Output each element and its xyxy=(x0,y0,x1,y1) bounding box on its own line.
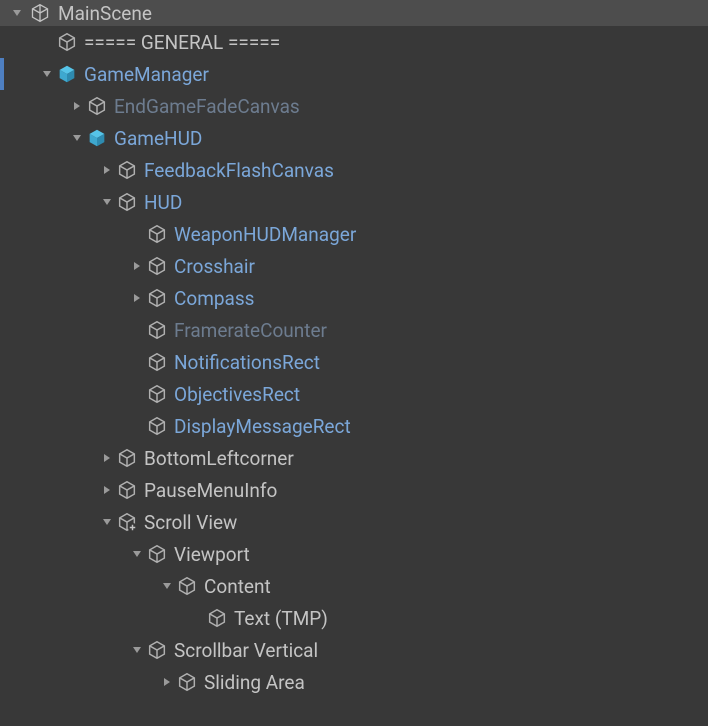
tree-item-label: ObjectivesRect xyxy=(174,383,300,406)
tree-item-label: Viewport xyxy=(174,543,250,566)
tree-item-label: WeaponHUDManager xyxy=(174,223,356,246)
expand-toggle-closed[interactable] xyxy=(130,261,144,271)
tree-item-label: GameHUD xyxy=(114,127,202,150)
tree-item-label: NotificationsRect xyxy=(174,351,320,374)
tree-row[interactable]: EndGameFadeCanvas xyxy=(0,90,708,122)
unity-scene-icon xyxy=(30,3,50,23)
gameobject-cube-icon xyxy=(144,255,170,277)
tree-row[interactable]: Viewport xyxy=(0,538,708,570)
tree-item-label: HUD xyxy=(144,191,182,214)
expand-toggle-closed[interactable] xyxy=(100,165,114,175)
tree-item-label: Text (TMP) xyxy=(234,607,328,630)
gameobject-cube-icon xyxy=(84,95,110,117)
scene-name: MainScene xyxy=(58,2,152,25)
tree-row[interactable]: ===== GENERAL ===== xyxy=(0,26,708,58)
gameobject-cube-icon xyxy=(144,543,170,565)
tree-row[interactable]: Text (TMP) xyxy=(0,602,708,634)
expand-toggle-open[interactable] xyxy=(70,133,84,143)
gameobject-cube-icon xyxy=(114,479,140,501)
tree-row[interactable]: PauseMenuInfo xyxy=(0,474,708,506)
gameobject-cube-icon xyxy=(144,223,170,245)
gameobject-cube-icon xyxy=(144,319,170,341)
gameobject-cube-icon xyxy=(174,575,200,597)
scene-toggle[interactable] xyxy=(10,8,24,18)
tree-row[interactable]: HUD xyxy=(0,186,708,218)
tree-item-label: Scroll View xyxy=(144,511,237,534)
tree-row[interactable]: DisplayMessageRect xyxy=(0,410,708,442)
gameobject-cube-icon xyxy=(174,671,200,693)
tree-item-label: Crosshair xyxy=(174,255,255,278)
tree-item-label: EndGameFadeCanvas xyxy=(114,95,300,118)
expand-toggle-open[interactable] xyxy=(100,517,114,527)
tree-item-label: Compass xyxy=(174,287,254,310)
selection-indicator xyxy=(0,58,4,90)
tree-item-label: BottomLeftcorner xyxy=(144,447,294,470)
tree-row[interactable]: Compass xyxy=(0,282,708,314)
expand-toggle-open[interactable] xyxy=(130,645,144,655)
tree-item-label: PauseMenuInfo xyxy=(144,479,277,502)
gameobject-cube-icon xyxy=(114,447,140,469)
gameobject-cube-icon xyxy=(144,639,170,661)
tree-row[interactable]: GameManager xyxy=(0,58,708,90)
tree-item-label: GameManager xyxy=(84,63,209,86)
expand-toggle-closed[interactable] xyxy=(160,677,174,687)
tree-row[interactable]: BottomLeftcorner xyxy=(0,442,708,474)
gameobject-cube-icon xyxy=(54,31,80,53)
scene-header[interactable]: MainScene xyxy=(0,0,708,26)
expand-toggle-open[interactable] xyxy=(160,581,174,591)
gameobject-cube-icon xyxy=(114,159,140,181)
expand-toggle-closed[interactable] xyxy=(100,453,114,463)
gameobject-cube-icon xyxy=(144,383,170,405)
gameobject-cube-icon xyxy=(114,511,140,533)
expand-toggle-open[interactable] xyxy=(40,69,54,79)
tree-row[interactable]: ObjectivesRect xyxy=(0,378,708,410)
tree-row[interactable]: GameHUD xyxy=(0,122,708,154)
tree-row[interactable]: Scroll View xyxy=(0,506,708,538)
tree-item-label: ===== GENERAL ===== xyxy=(84,31,280,54)
tree-item-label: FeedbackFlashCanvas xyxy=(144,159,334,182)
gameobject-cube-icon xyxy=(114,191,140,213)
gameobject-cube-icon xyxy=(144,415,170,437)
hierarchy-tree[interactable]: ===== GENERAL ===== GameManager EndGameF… xyxy=(0,26,708,698)
prefab-cube-icon xyxy=(84,127,110,149)
tree-item-label: Sliding Area xyxy=(204,671,305,694)
expand-toggle-closed[interactable] xyxy=(130,293,144,303)
gameobject-cube-icon xyxy=(144,287,170,309)
tree-item-label: FramerateCounter xyxy=(174,319,327,342)
tree-row[interactable]: WeaponHUDManager xyxy=(0,218,708,250)
tree-row[interactable]: Content xyxy=(0,570,708,602)
tree-item-label: Content xyxy=(204,575,271,598)
expand-toggle-open[interactable] xyxy=(100,197,114,207)
tree-item-label: Scrollbar Vertical xyxy=(174,639,318,662)
tree-row[interactable]: NotificationsRect xyxy=(0,346,708,378)
expand-toggle-open[interactable] xyxy=(130,549,144,559)
tree-row[interactable]: Scrollbar Vertical xyxy=(0,634,708,666)
gameobject-cube-icon xyxy=(144,351,170,373)
gameobject-cube-icon xyxy=(204,607,230,629)
prefab-cube-icon xyxy=(54,63,80,85)
tree-item-label: DisplayMessageRect xyxy=(174,415,351,438)
tree-row[interactable]: FeedbackFlashCanvas xyxy=(0,154,708,186)
tree-row[interactable]: Crosshair xyxy=(0,250,708,282)
expand-toggle-closed[interactable] xyxy=(70,101,84,111)
tree-row[interactable]: Sliding Area xyxy=(0,666,708,698)
tree-row[interactable]: FramerateCounter xyxy=(0,314,708,346)
expand-toggle-closed[interactable] xyxy=(100,485,114,495)
